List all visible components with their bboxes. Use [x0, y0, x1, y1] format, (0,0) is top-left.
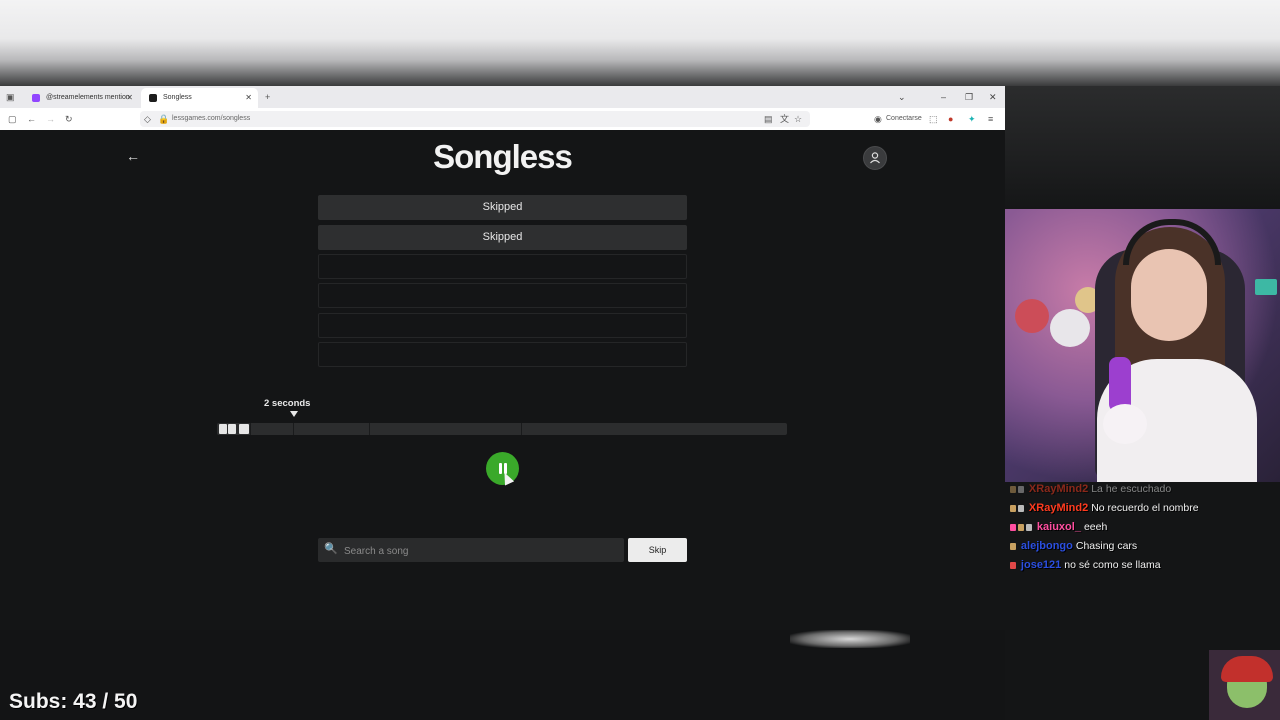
chat-message: alejbongo Chasing cars	[1010, 537, 1137, 556]
sidebar-toggle-icon[interactable]: ▣	[6, 90, 15, 104]
reload-icon[interactable]: ↻	[65, 112, 73, 126]
search-icon: 🔍	[324, 543, 338, 555]
shield-icon[interactable]: ◇	[144, 112, 151, 126]
guess-row-5	[318, 313, 687, 338]
stream-background-right	[1005, 86, 1280, 209]
chat-badge-icon	[1018, 485, 1024, 493]
subs-counter: Subs: 43 / 50	[9, 690, 138, 713]
guess-row-6	[318, 342, 687, 367]
timeline-duration-label: 2 seconds	[264, 398, 311, 409]
played-segment	[239, 424, 249, 434]
chat-text: no sé como se llama	[1064, 559, 1161, 571]
segment-divider	[250, 423, 251, 435]
song-search-box[interactable]: 🔍	[318, 538, 624, 564]
search-input[interactable]	[342, 538, 616, 564]
zombie-hair	[1221, 656, 1273, 682]
user-icon	[870, 152, 880, 164]
extensions-icon[interactable]: ⬚	[929, 112, 938, 126]
chat-username: kaiuxol_	[1036, 521, 1081, 533]
chat-username: XRayMind2	[1028, 483, 1089, 495]
zombie-mascot-image	[1209, 650, 1280, 720]
chat-text: Chasing cars	[1075, 540, 1138, 552]
tab-list-icon[interactable]: ⌄	[898, 86, 906, 108]
chat-badge-icon	[1010, 542, 1016, 550]
tab-bar: ▣ @streamelements mention ✕ Songless ✕ +…	[0, 86, 1005, 108]
tab-streamelements[interactable]: @streamelements mention ✕	[24, 88, 139, 108]
new-tab-button[interactable]: +	[265, 90, 270, 104]
chat-text: La he escuchado	[1091, 483, 1172, 495]
menu-icon[interactable]: ≡	[988, 112, 993, 126]
tab-songless[interactable]: Songless ✕	[141, 88, 258, 108]
user-profile-button[interactable]	[863, 146, 887, 170]
audio-timeline[interactable]	[217, 423, 787, 435]
address-bar[interactable]: ◇ 🔒 lessgames.com/songless ▤ 文 ☆	[140, 111, 810, 127]
pause-icon	[499, 463, 502, 474]
skip-button[interactable]: Skip	[628, 538, 687, 562]
segment-divider	[369, 423, 370, 435]
tab-label: Songless	[163, 94, 192, 101]
bookmark-star-icon[interactable]: ☆	[794, 112, 802, 126]
chat-username: XRayMind2	[1028, 502, 1089, 514]
segment-divider	[521, 423, 522, 435]
close-tab-icon[interactable]: ✕	[126, 88, 133, 108]
plush-toy	[1050, 309, 1090, 347]
chat-badge-icon	[1010, 485, 1016, 493]
songless-page: ← Songless Skipped Skipped 2 seconds 🔍 S…	[0, 130, 1005, 630]
tab-label: @streamelements mention	[46, 94, 130, 101]
chat-badge-icon	[1018, 504, 1024, 512]
navigation-bar: ▢ ← → ↻ ◇ 🔒 lessgames.com/songless ▤ 文 ☆…	[0, 108, 1005, 130]
forward-nav-icon[interactable]: →	[46, 112, 55, 126]
webcam-feed	[1005, 209, 1280, 482]
close-window-icon[interactable]: ✕	[989, 86, 997, 108]
minimize-icon[interactable]: –	[941, 86, 946, 108]
extension-red-icon[interactable]: ●	[948, 112, 953, 126]
white-plush	[1103, 404, 1147, 444]
reader-view-icon[interactable]: ▤	[764, 112, 773, 126]
played-segment	[219, 424, 227, 434]
browser-window: ▣ @streamelements mention ✕ Songless ✕ +…	[0, 86, 1005, 130]
close-tab-icon[interactable]: ✕	[245, 88, 252, 108]
translate-icon[interactable]: 文	[780, 112, 789, 126]
chat-message: kaiuxol_ eeeh	[1010, 518, 1107, 537]
extension-teal-icon[interactable]: ✦	[968, 112, 976, 126]
blurred-highlight	[790, 630, 910, 648]
lock-icon: 🔒	[158, 114, 170, 124]
guess-row-2: Skipped	[318, 225, 687, 250]
played-segment	[228, 424, 236, 434]
chat-message: XRayMind2 No recuerdo el nombre	[1010, 499, 1199, 518]
songless-favicon-icon	[149, 94, 157, 102]
twitch-favicon-icon	[32, 94, 40, 102]
chat-badge-icon	[1010, 504, 1016, 512]
url-text: lessgames.com/songless	[172, 115, 251, 122]
page-logo: Songless	[433, 138, 573, 175]
connect-label[interactable]: Conectarse	[886, 112, 922, 126]
chat-badge-icon	[1026, 523, 1032, 531]
chat-badge-icon	[1010, 561, 1016, 569]
chat-username: jose121	[1020, 559, 1062, 571]
chat-message: XRayMind2 La he escuchado	[1010, 480, 1171, 499]
plush-toy	[1015, 299, 1049, 333]
guess-row-1: Skipped	[318, 195, 687, 220]
back-nav-icon[interactable]: ←	[27, 112, 36, 126]
guess-row-3	[318, 254, 687, 279]
monitor-screen	[1255, 279, 1277, 295]
sidebar-icon[interactable]: ▢	[8, 112, 17, 126]
chat-username: alejbongo	[1020, 540, 1073, 552]
chat-text: No recuerdo el nombre	[1091, 502, 1199, 514]
chat-message: jose121 no sé como se llama	[1010, 556, 1161, 575]
guess-row-4	[318, 283, 687, 308]
timeline-marker-icon	[290, 411, 298, 417]
stream-background-top	[0, 0, 1280, 86]
chat-badge-icon	[1018, 523, 1024, 531]
chat-text: eeeh	[1083, 521, 1108, 533]
segment-divider	[293, 423, 294, 435]
restore-icon[interactable]: ❐	[965, 86, 973, 108]
chat-badge-icon	[1010, 523, 1016, 531]
account-icon[interactable]: ◉	[874, 112, 882, 126]
